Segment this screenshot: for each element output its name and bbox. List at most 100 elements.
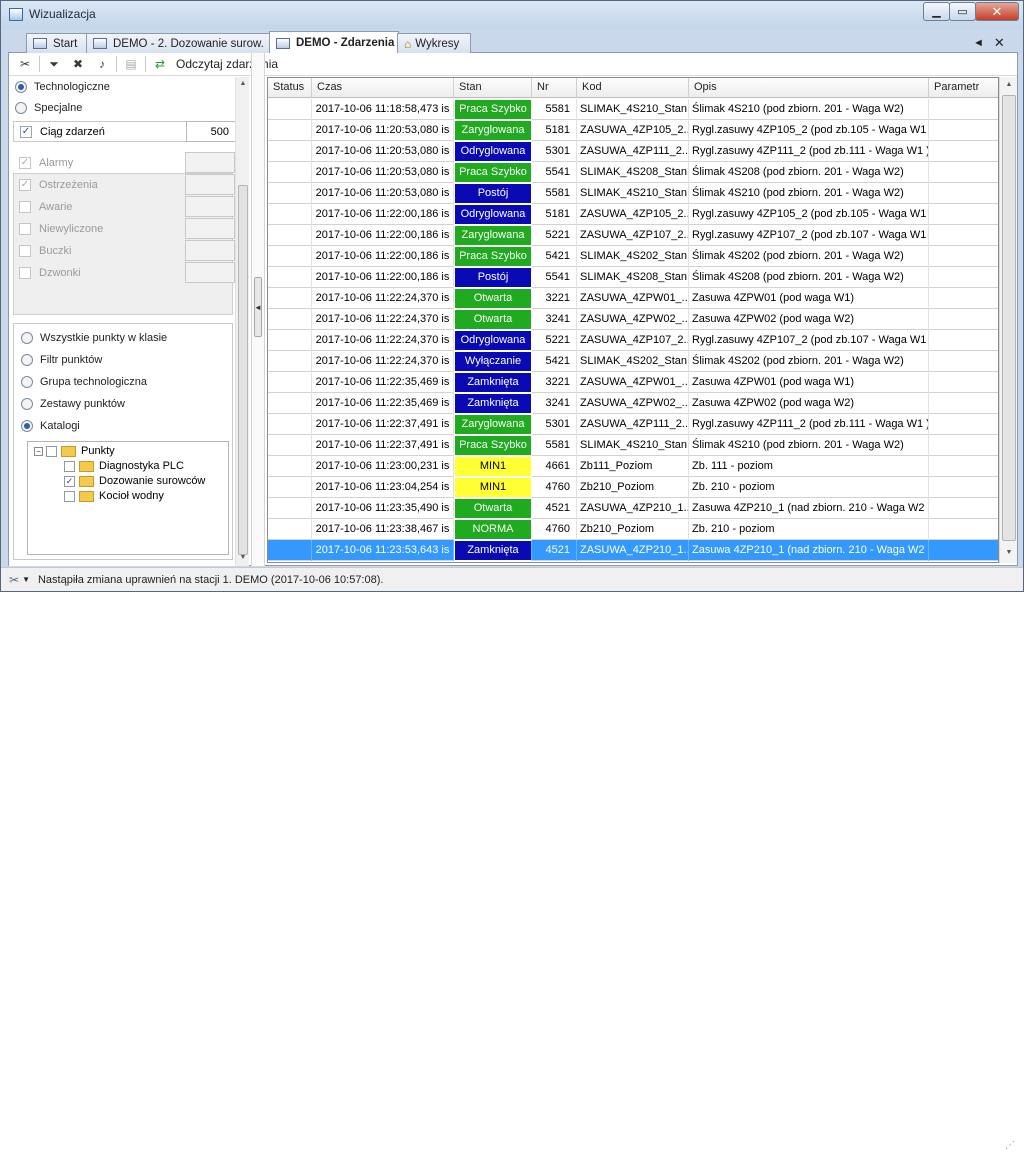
cell-czas: 2017-10-06 11:23:04,254 is	[312, 477, 454, 498]
tab-label: Wykresy	[415, 37, 460, 50]
cell-nr: 5221	[532, 225, 577, 246]
filter-dzwonki[interactable]: Dzwonki	[13, 262, 235, 283]
cell-czas: 2017-10-06 11:20:53,080 is	[312, 120, 454, 141]
tab-back-button[interactable]: ◄	[973, 37, 984, 49]
radio-technologiczne[interactable]: Technologiczne	[15, 81, 110, 93]
table-row[interactable]: 2017-10-06 11:22:24,370 is Otwarta 3241 ZAS…	[268, 309, 998, 330]
table-row[interactable]: 2017-10-06 11:22:37,491 is Zaryglowana 530…	[268, 414, 998, 435]
radio-dot	[21, 332, 33, 344]
collapse-icon[interactable]: −	[34, 446, 43, 456]
tree-checkbox[interactable]	[46, 445, 57, 457]
filter-awarie[interactable]: Awarie	[13, 196, 235, 217]
left-panel-scrollbar[interactable]: ▲ ▼	[235, 77, 249, 566]
table-row[interactable]: 2017-10-06 11:22:35,469 is Zamknięta 3221 Z…	[268, 372, 998, 393]
table-row[interactable]: 2017-10-06 11:22:24,370 is Odryglowana 522…	[268, 330, 998, 351]
radio-dot	[21, 398, 33, 410]
radio-filtr-punktow[interactable]: Filtr punktów	[21, 354, 102, 366]
close-window-button[interactable]: ✕	[975, 2, 1019, 21]
cell-parametr	[929, 330, 998, 351]
scroll-thumb[interactable]	[238, 185, 248, 555]
tab-close-button[interactable]: ✕	[994, 35, 1005, 51]
event-chain-checkbox[interactable]: ✓	[20, 125, 32, 138]
column-header-czas[interactable]: Czas	[312, 78, 454, 98]
column-header-opis[interactable]: Opis	[689, 78, 929, 98]
table-row[interactable]: 2017-10-06 11:22:24,370 is Otwarta 3221 ZAS…	[268, 288, 998, 309]
collapse-panel-handle[interactable]: ◄	[254, 277, 262, 337]
table-row[interactable]: 2017-10-06 11:23:00,231 is MIN1 4661 Zb111_…	[268, 456, 998, 477]
tree-node-dozowanie[interactable]: ✓ Dozowanie surowców	[64, 475, 205, 487]
event-chain-count-field[interactable]: 500	[186, 121, 236, 142]
table-row[interactable]: 2017-10-06 11:18:58,473 is Praca Szybko 55…	[268, 99, 998, 120]
resize-grip-icon[interactable]: ⋰	[1005, 1140, 1015, 1151]
minimize-button[interactable]: ▁	[923, 2, 950, 21]
table-row[interactable]: 2017-10-06 11:23:53,643 is Zamknięta 4521 Z…	[268, 540, 998, 561]
cell-kod: SLIMAK_4S208_Stan	[577, 162, 689, 183]
tree-checkbox[interactable]: ✓	[64, 475, 75, 487]
tree-node-punkty[interactable]: − Punkty	[34, 445, 115, 457]
filter-niewyliczone[interactable]: Niewyliczone	[13, 218, 235, 239]
cell-status	[268, 414, 312, 435]
report-button[interactable]: ▤	[121, 55, 141, 73]
radio-katalogi[interactable]: Katalogi	[21, 420, 80, 432]
cell-czas: 2017-10-06 11:23:00,231 is	[312, 456, 454, 477]
table-row[interactable]: 2017-10-06 11:22:24,370 is Wyłączanie 5421…	[268, 351, 998, 372]
grid-scrollbar[interactable]: ▲ ▼	[999, 77, 1017, 563]
table-row[interactable]: 2017-10-06 11:23:04,254 is MIN1 4760 Zb210_…	[268, 477, 998, 498]
table-row[interactable]: 2017-10-06 11:20:53,080 is Zaryglowana 518…	[268, 120, 998, 141]
tab-wykresy[interactable]: ⌂ Wykresy	[397, 33, 471, 53]
cell-parametr	[929, 246, 998, 267]
column-header-nr[interactable]: Nr	[532, 78, 577, 98]
column-header-stan[interactable]: Stan	[454, 78, 532, 98]
cell-parametr	[929, 309, 998, 330]
filter-alarmy[interactable]: ✓ Alarmy	[13, 152, 235, 173]
filter-ostrzezenia[interactable]: ✓ Ostrzeżenia	[13, 174, 235, 195]
table-row[interactable]: 2017-10-06 11:22:00,186 is Zaryglowana 522…	[268, 225, 998, 246]
filter-buczki[interactable]: Buczki	[13, 240, 235, 261]
column-header-kod[interactable]: Kod	[577, 78, 689, 98]
table-row[interactable]: 2017-10-06 11:23:35,490 is Otwarta 4521 ZAS…	[268, 498, 998, 519]
table-row[interactable]: 2017-10-06 11:20:53,080 is Praca Szybko 55…	[268, 162, 998, 183]
radio-zestawy-punktow[interactable]: Zestawy punktów	[21, 398, 125, 410]
toolbar: ✂ ⏷ ✖ ♪ ▤ ⇄ Odczytaj zdarzenia	[9, 53, 1017, 76]
table-row[interactable]: 2017-10-06 11:20:53,080 is Postój 5581 SLIM…	[268, 183, 998, 204]
table-row[interactable]: 2017-10-06 11:22:00,186 is Postój 5541 SLIM…	[268, 267, 998, 288]
mute-button[interactable]: ✖	[68, 55, 88, 73]
tree-checkbox[interactable]	[64, 490, 75, 502]
radio-grupa-technologiczna[interactable]: Grupa technologiczna	[21, 376, 147, 388]
maximize-icon: ▭	[957, 6, 968, 18]
tab-zdarzenia[interactable]: DEMO - Zdarzenia	[269, 31, 399, 54]
cell-nr: 5581	[532, 435, 577, 456]
column-header-parametr[interactable]: Parametr	[929, 78, 998, 98]
panel-splitter[interactable]: ◄	[251, 53, 265, 566]
filter-button[interactable]: ⏷	[44, 55, 64, 73]
scroll-down-icon[interactable]: ▼	[1000, 545, 1018, 561]
wrench-icon[interactable]: ✂	[9, 573, 19, 587]
table-row[interactable]: 2017-10-06 11:22:00,186 is Praca Szybko 54…	[268, 246, 998, 267]
table-row[interactable]: 2017-10-06 11:22:00,186 is Odryglowana 518…	[268, 204, 998, 225]
cell-stan: Zaryglowana	[454, 414, 532, 435]
tree-node-diagnostyka[interactable]: Diagnostyka PLC	[64, 460, 184, 472]
tab-start[interactable]: Start	[26, 33, 88, 53]
cell-opis: Rygl.zasuwy 4ZP107_2 (pod zb.107 - Waga …	[689, 330, 929, 351]
tree-node-kociol[interactable]: Kocioł wodny	[64, 490, 164, 502]
maximize-button[interactable]: ▭	[949, 2, 976, 21]
title-bar[interactable]: Wizualizacja ▁ ▭ ✕	[1, 1, 1023, 29]
column-header-status[interactable]: Status	[268, 78, 312, 98]
table-row[interactable]: 2017-10-06 11:23:38,467 is NORMA 4760 Zb210…	[268, 519, 998, 540]
table-row[interactable]: 2017-10-06 11:20:53,080 is Odryglowana 530…	[268, 141, 998, 162]
table-row[interactable]: 2017-10-06 11:22:37,491 is Praca Szybko 55…	[268, 435, 998, 456]
scroll-up-icon[interactable]: ▲	[1000, 77, 1018, 93]
table-row[interactable]: 2017-10-06 11:22:35,469 is Zamknięta 3241 Z…	[268, 393, 998, 414]
tools-button[interactable]: ✂	[15, 55, 35, 73]
tree-checkbox[interactable]	[64, 460, 75, 472]
scroll-down-icon[interactable]: ▼	[236, 551, 250, 565]
radio-label: Grupa technologiczna	[40, 376, 148, 388]
scroll-up-icon[interactable]: ▲	[236, 77, 250, 91]
chevron-down-icon[interactable]: ▼	[22, 575, 30, 584]
sound-button[interactable]: ♪	[92, 55, 112, 73]
radio-specjalne[interactable]: Specjalne	[15, 102, 82, 114]
scroll-thumb[interactable]	[1002, 95, 1016, 541]
refresh-button[interactable]: ⇄	[150, 55, 170, 73]
radio-wszystkie-punkty[interactable]: Wszystkie punkty w klasie	[21, 332, 167, 344]
tab-dozowanie[interactable]: DEMO - 2. Dozowanie surow.	[86, 33, 272, 53]
